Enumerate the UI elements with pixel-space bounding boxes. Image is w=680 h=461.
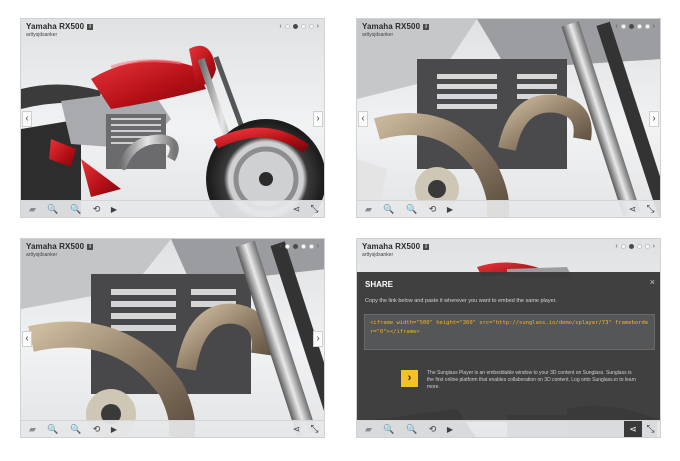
info-icon[interactable]: i bbox=[87, 244, 94, 250]
view-dot[interactable] bbox=[620, 244, 626, 249]
player-engine-zoomed[interactable]: Yamaha RX500 i arttysjdsanker ‹ › ‹ › ▰ 🔍… bbox=[20, 238, 325, 438]
view-dot[interactable] bbox=[644, 244, 650, 249]
fullscreen-icon[interactable]: ⤡ bbox=[309, 424, 320, 435]
rotate-icon[interactable]: ⟲ bbox=[91, 204, 102, 215]
prev-view-arrow-icon[interactable]: ‹ bbox=[615, 243, 617, 250]
prev-view-arrow-icon[interactable]: ‹ bbox=[279, 23, 281, 30]
zoom-out-icon[interactable]: 🔍− bbox=[405, 424, 419, 437]
play-icon[interactable]: ▶ bbox=[110, 204, 118, 215]
view-dot[interactable] bbox=[644, 24, 650, 29]
author-name: arttysjdsanker bbox=[26, 252, 58, 258]
view-dot-active[interactable] bbox=[292, 244, 298, 249]
author-name: arttysjdsanker bbox=[26, 32, 58, 38]
prev-view-arrow-icon[interactable]: ‹ bbox=[279, 243, 281, 250]
play-icon[interactable]: ▶ bbox=[446, 424, 454, 435]
view-dot-active[interactable] bbox=[628, 244, 634, 249]
info-icon[interactable]: i bbox=[87, 24, 94, 30]
zoom-in-icon[interactable]: 🔍+ bbox=[46, 424, 60, 437]
model-title: Yamaha RX500 i bbox=[362, 242, 430, 251]
previous-button[interactable]: ‹ bbox=[22, 331, 32, 347]
info-icon[interactable]: i bbox=[423, 244, 430, 250]
model-title: Yamaha RX500 i bbox=[26, 242, 94, 251]
view-dot[interactable] bbox=[284, 244, 290, 249]
player-share-view[interactable]: Yamaha RX500 i arttysjdsanker ‹ › SHARE ×… bbox=[356, 238, 661, 438]
sunglass-logo-icon: ▰ bbox=[365, 204, 372, 214]
next-view-arrow-icon[interactable]: › bbox=[653, 23, 655, 30]
info-icon[interactable]: i bbox=[423, 24, 430, 30]
fullscreen-icon[interactable]: ⤡ bbox=[645, 204, 656, 215]
view-dot[interactable] bbox=[308, 244, 314, 249]
view-dot[interactable] bbox=[636, 244, 642, 249]
share-title: SHARE bbox=[365, 280, 394, 289]
close-icon[interactable]: × bbox=[650, 277, 655, 287]
share-panel: SHARE × Copy the link below and paste it… bbox=[357, 272, 660, 422]
fullscreen-icon[interactable]: ⤡ bbox=[309, 204, 320, 215]
view-dot[interactable] bbox=[308, 24, 314, 29]
author-name: arttysjdsanker bbox=[362, 32, 394, 38]
previous-button[interactable]: ‹ bbox=[358, 111, 368, 127]
promo-text: The Sunglass Player is an embeddable win… bbox=[427, 370, 637, 390]
view-dot[interactable] bbox=[620, 24, 626, 29]
fullscreen-icon[interactable]: ⤡ bbox=[645, 424, 656, 435]
view-dot[interactable] bbox=[300, 244, 306, 249]
rotate-icon[interactable]: ⟲ bbox=[427, 424, 438, 435]
previous-button[interactable]: ‹ bbox=[22, 111, 32, 127]
next-view-arrow-icon[interactable]: › bbox=[317, 23, 319, 30]
zoom-in-icon[interactable]: 🔍+ bbox=[46, 204, 60, 217]
view-pagination: ‹ › bbox=[615, 23, 655, 30]
player-toolbar: ▰ 🔍+ 🔍− ⟲ ▶ ⋖ ⤡ bbox=[357, 200, 660, 217]
share-icon[interactable]: ⋖ bbox=[291, 204, 302, 215]
next-button[interactable]: › bbox=[649, 111, 659, 127]
sunglass-logo-icon[interactable]: › bbox=[401, 370, 418, 387]
player-toolbar: ▰ 🔍+ 🔍− ⟲ ▶ ⋖ ⤡ bbox=[21, 200, 324, 217]
player-full-bike[interactable]: Yamaha RX500 i arttysjdsanker ‹ › ‹ › ▰ 🔍… bbox=[20, 18, 325, 218]
next-button[interactable]: › bbox=[313, 111, 323, 127]
embed-code-field[interactable]: <iframe width="500" height="360" src="ht… bbox=[364, 314, 655, 350]
next-view-arrow-icon[interactable]: › bbox=[317, 243, 319, 250]
zoom-out-icon[interactable]: 🔍− bbox=[69, 424, 83, 437]
view-dot-active[interactable] bbox=[292, 24, 298, 29]
next-view-arrow-icon[interactable]: › bbox=[653, 243, 655, 250]
view-dot[interactable] bbox=[636, 24, 642, 29]
next-button[interactable]: › bbox=[313, 331, 323, 347]
play-icon[interactable]: ▶ bbox=[110, 424, 118, 435]
share-icon[interactable]: ⋖ bbox=[291, 424, 302, 435]
author-name: arttysjdsanker bbox=[362, 252, 394, 258]
share-instruction: Copy the link below and paste it whereve… bbox=[365, 298, 557, 304]
view-pagination: ‹ › bbox=[279, 23, 319, 30]
sunglass-logo-icon: ▰ bbox=[29, 204, 36, 214]
view-dot[interactable] bbox=[284, 24, 290, 29]
zoom-in-icon[interactable]: 🔍+ bbox=[382, 424, 396, 437]
zoom-out-icon[interactable]: 🔍− bbox=[69, 204, 83, 217]
view-dot[interactable] bbox=[300, 24, 306, 29]
model-title: Yamaha RX500 i bbox=[362, 22, 430, 31]
play-icon[interactable]: ▶ bbox=[446, 204, 454, 215]
player-engine-closeup[interactable]: Yamaha RX500 i arttysjdsanker ‹ › ‹ › ▰ 🔍… bbox=[356, 18, 661, 218]
rotate-icon[interactable]: ⟲ bbox=[91, 424, 102, 435]
sunglass-logo-icon: ▰ bbox=[29, 424, 36, 434]
player-toolbar: ▰ 🔍+ 🔍− ⟲ ▶ ⋖ ⤡ bbox=[357, 420, 660, 437]
zoom-out-icon[interactable]: 🔍− bbox=[405, 204, 419, 217]
zoom-in-icon[interactable]: 🔍+ bbox=[382, 204, 396, 217]
share-icon[interactable]: ⋖ bbox=[627, 204, 638, 215]
view-pagination: ‹ › bbox=[615, 243, 655, 250]
rotate-icon[interactable]: ⟲ bbox=[427, 204, 438, 215]
share-icon[interactable]: ⋖ bbox=[624, 421, 642, 437]
player-toolbar: ▰ 🔍+ 🔍− ⟲ ▶ ⋖ ⤡ bbox=[21, 420, 324, 437]
model-title: Yamaha RX500 i bbox=[26, 22, 94, 31]
sunglass-logo-icon: ▰ bbox=[365, 424, 372, 434]
motorcycle-engine-render[interactable] bbox=[357, 19, 661, 218]
view-dot-active[interactable] bbox=[628, 24, 634, 29]
motorcycle-engine-render[interactable] bbox=[21, 239, 325, 438]
view-pagination: ‹ › bbox=[279, 243, 319, 250]
prev-view-arrow-icon[interactable]: ‹ bbox=[615, 23, 617, 30]
motorcycle-render[interactable] bbox=[21, 19, 325, 218]
